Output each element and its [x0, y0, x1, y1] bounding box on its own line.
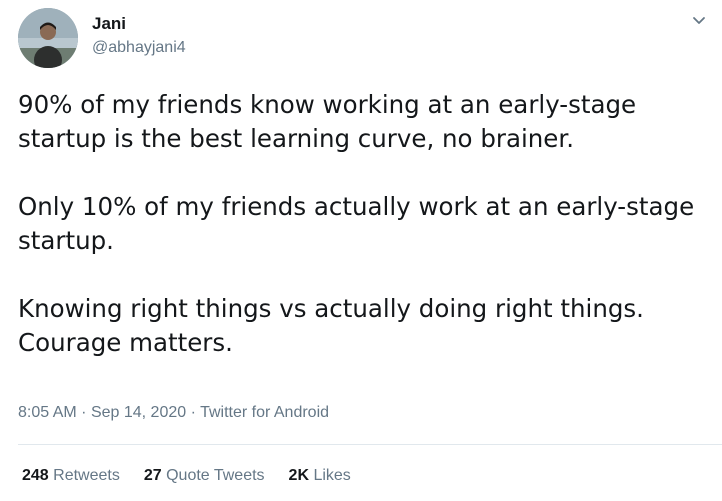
- chevron-down-icon[interactable]: [688, 10, 710, 32]
- tweet-stats: 248 Retweets 27 Quote Tweets 2K Likes: [22, 465, 351, 487]
- tweet-card: Jani @abhayjani4 90% of my friends know …: [0, 0, 722, 501]
- avatar[interactable]: [18, 8, 78, 68]
- quote-tweets-label: Quote Tweets: [166, 467, 265, 484]
- retweets-stat[interactable]: 248 Retweets: [22, 465, 120, 487]
- tweet-text: 90% of my friends know working at an ear…: [18, 88, 718, 394]
- tweet-meta: 8:05 AM · Sep 14, 2020 · Twitter for And…: [18, 402, 329, 424]
- meta-separator: ·: [81, 404, 87, 421]
- likes-stat[interactable]: 2K Likes: [289, 465, 351, 487]
- retweets-label: Retweets: [53, 467, 120, 484]
- quote-tweets-stat[interactable]: 27 Quote Tweets: [144, 465, 265, 487]
- quote-tweets-count: 27: [143, 467, 162, 484]
- tweet-source[interactable]: Twitter for Android: [200, 404, 329, 421]
- retweets-count: 248: [22, 467, 49, 484]
- user-handle[interactable]: @abhayjani4: [92, 38, 186, 58]
- divider: [18, 444, 722, 445]
- display-name[interactable]: Jani: [92, 13, 126, 35]
- tweet-date[interactable]: Sep 14, 2020: [91, 404, 186, 421]
- meta-separator: ·: [190, 404, 196, 421]
- tweet-paragraph: Only 10% of my friends actually work at …: [18, 192, 695, 255]
- likes-label: Likes: [313, 467, 351, 484]
- tweet-paragraph: 90% of my friends know working at an ear…: [18, 90, 637, 153]
- tweet-time[interactable]: 8:05 AM: [18, 404, 77, 421]
- likes-count: 2K: [288, 467, 309, 484]
- tweet-paragraph: Knowing right things vs actually doing r…: [18, 294, 644, 357]
- avatar-image: [18, 8, 78, 68]
